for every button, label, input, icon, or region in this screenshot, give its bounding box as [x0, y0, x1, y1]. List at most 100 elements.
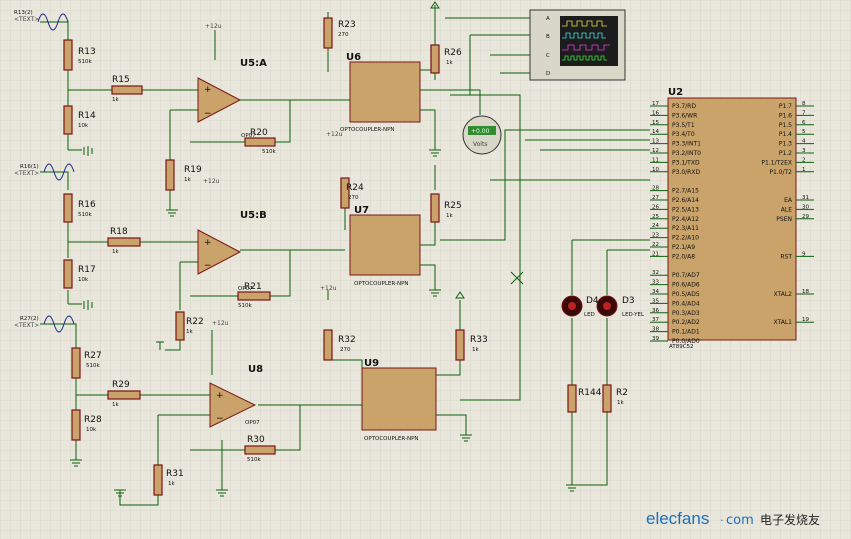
mcu-pin-name: XTAL2 — [774, 291, 793, 298]
scope-channel: D — [546, 71, 550, 77]
resistor-name: R27 — [84, 351, 102, 361]
mcu-pin-number: 25 — [652, 214, 659, 220]
led-type: LED — [584, 312, 595, 318]
mcu-pin-number: 19 — [802, 317, 809, 323]
mcu-pin-number: 12 — [652, 148, 659, 154]
mcu-pin-number: 14 — [652, 129, 659, 135]
mcu-pin-name: P0.0/AD0 — [672, 338, 700, 345]
resistor-name: R18 — [110, 227, 128, 237]
mcu-pin-name: P1.3 — [779, 141, 792, 148]
mcu-pin-name: EA — [784, 197, 793, 204]
watermark-domain: com — [726, 513, 754, 528]
resistor-value: 1k — [184, 177, 191, 183]
svg-text:−: − — [204, 109, 212, 119]
mcu-pin-number: 29 — [802, 214, 809, 220]
resistor-name: R25 — [444, 201, 462, 211]
opto-name: U7 — [354, 205, 369, 216]
watermark-cn: 电子发烧友 — [760, 512, 820, 527]
opamp-name: U5:B — [240, 210, 267, 221]
mcu-pin-number: 31 — [802, 195, 809, 201]
supply-label: +12u — [212, 320, 229, 327]
resistor-name: R32 — [338, 335, 356, 345]
mcu-pin-name: P3.7/RD — [672, 103, 696, 110]
resistor-name: R28 — [84, 415, 102, 425]
svg-text:−: − — [204, 261, 212, 271]
mcu-pin-name: XTAL1 — [774, 319, 793, 326]
mcu-pin-name: P1.2 — [779, 150, 792, 157]
resistor-name: R2 — [616, 388, 628, 398]
resistor-name: R24 — [346, 183, 364, 193]
mcu-pin-name: P2.6/A14 — [672, 197, 699, 204]
resistor-name: R31 — [166, 469, 184, 479]
voltmeter-unit: Volts — [473, 141, 487, 148]
mcu-pin-name: P3.4/T0 — [672, 131, 695, 138]
resistor-value: 510k — [86, 363, 100, 369]
mcu-pin-name: P1.0/T2 — [769, 169, 792, 176]
resistor-name: R14 — [78, 111, 96, 121]
mcu-pin-name: P1.1/T2EX — [761, 159, 792, 166]
mcu-pin-name: P3.0/RXD — [672, 169, 700, 176]
mcu-pin-number: 24 — [652, 223, 659, 229]
mcu-pin-number: 26 — [652, 204, 659, 210]
schematic-svg: R13(2) <TEXT> R16(1) <TEXT> R27(2) <TEXT… — [0, 0, 851, 539]
resistor-value: 10k — [78, 123, 89, 129]
mcu-pin-number: 17 — [652, 101, 659, 107]
resistor-value: 1k — [446, 60, 453, 66]
mcu-pin-name: P2.0/A8 — [672, 253, 695, 260]
opamp-name: U5:A — [240, 58, 267, 69]
opamp-type: OP07 — [241, 133, 256, 139]
mcu-pin-number: 5 — [802, 129, 806, 135]
mcu-pin-name: P3.5/T1 — [672, 122, 695, 129]
mcu-pin-number: 1 — [802, 167, 806, 173]
mcu-pin-number: 15 — [652, 120, 659, 126]
resistor-name: R30 — [247, 435, 265, 445]
resistor-value: 270 — [340, 347, 351, 353]
svg-text:·: · — [720, 514, 724, 527]
mcu-pin-number: 13 — [652, 139, 659, 145]
resistor-name: R23 — [338, 20, 356, 30]
svg-text:+: + — [204, 85, 212, 95]
resistor-name: R16 — [78, 200, 96, 210]
resistor-value: 1k — [186, 329, 193, 335]
resistor-name: R13 — [78, 47, 96, 57]
resistor-value: 270 — [348, 195, 359, 201]
voltmeter[interactable]: +0.00 Volts — [462, 115, 502, 155]
mcu-pin-name: RST — [780, 253, 792, 260]
mcu-pin-number: 33 — [652, 280, 659, 286]
mcu-pin-number: 28 — [652, 186, 659, 192]
mcu-pin-name: P0.2/AD2 — [672, 319, 700, 326]
resistor-value: 1k — [446, 213, 453, 219]
resistor-name: R17 — [78, 265, 96, 275]
mcu-pin-number: 39 — [652, 336, 659, 342]
optocoupler-u9[interactable]: U9 OPTOCOUPLER-NPN — [361, 358, 437, 442]
mcu-pin-name: P3.6/WR — [672, 112, 697, 119]
svg-text:−: − — [216, 414, 224, 424]
resistor-value: 1k — [112, 402, 119, 408]
resistor-value: 510k — [78, 212, 92, 218]
mcu-pin-name: P0.4/AD4 — [672, 300, 700, 307]
mcu-pin-name: P0.3/AD3 — [672, 310, 700, 317]
resistor-name: R144 — [578, 388, 602, 398]
mcu-pin-name: P0.1/AD1 — [672, 329, 700, 336]
mcu-pin-number: 8 — [802, 101, 806, 107]
resistor-value: 510k — [262, 149, 276, 155]
opamp-type: OP07 — [245, 420, 260, 426]
oscilloscope[interactable]: A B C D — [529, 9, 626, 81]
led-name: D3 — [622, 296, 635, 306]
mcu-pin-number: 36 — [652, 308, 659, 314]
resistor-value: 510k — [78, 59, 92, 65]
resistor-value: 1k — [112, 249, 119, 255]
supply-label: +12u — [203, 178, 220, 185]
text-placeholder: <TEXT> — [14, 170, 39, 177]
resistor-value: 1k — [168, 481, 175, 487]
mcu-pin-number: 35 — [652, 298, 659, 304]
mcu-pin-number: 30 — [802, 204, 809, 210]
mcu-pin-number: 10 — [652, 167, 659, 173]
mcu-pin-name: P1.5 — [779, 122, 792, 129]
mcu-u2[interactable]: U2 AT89C52 17 P3.7/RD16 P3.6/WR15 P3.5/T114… — [650, 87, 814, 350]
mcu-pin-name: P2.4/A12 — [672, 216, 699, 223]
mcu-pin-name: P1.7 — [779, 103, 792, 110]
mcu-pin-number: 2 — [802, 157, 806, 163]
voltmeter-reading: +0.00 — [471, 128, 490, 135]
mcu-pin-number: 21 — [652, 251, 659, 257]
